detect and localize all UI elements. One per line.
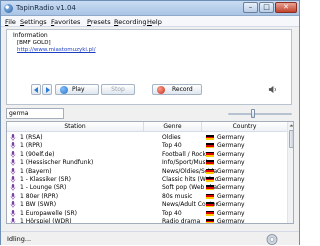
column-header-genre[interactable]: Genre (144, 123, 201, 130)
station-website-link[interactable]: http://www.miastomuzyki.pl/ (17, 47, 96, 53)
microphone-icon (10, 218, 16, 223)
window-title: TapinRadio v1.04 (16, 4, 76, 12)
station-name: 1 Europawelle (SR) (20, 209, 77, 217)
minimize-button[interactable]: – (243, 2, 258, 13)
station-country: Germany (217, 218, 245, 224)
next-station-button[interactable] (42, 84, 52, 95)
menu-recording[interactable]: Recording (114, 18, 147, 26)
radio-app-icon (4, 4, 13, 13)
microphone-icon (10, 142, 16, 150)
menu-bar: File Settings Favorites Presets Recordin… (1, 16, 299, 27)
network-activity-icon (266, 234, 278, 245)
germany-flag-icon (206, 135, 214, 140)
maximize-button[interactable]: □ (259, 2, 274, 13)
menu-favorites[interactable]: Favorites (51, 18, 80, 26)
station-country: Germany (217, 142, 245, 150)
station-name: 1 Hörspiel (WDR) (20, 218, 72, 224)
speaker-icon[interactable] (268, 85, 277, 94)
microphone-icon (10, 150, 16, 158)
station-name: 1 (RSA) (20, 134, 43, 141)
station-country: Germany (217, 176, 245, 183)
close-button[interactable]: ✕ (275, 2, 297, 13)
station-name: 1 (Hessischer Rundfunk) (20, 159, 94, 167)
germany-flag-icon (206, 160, 214, 166)
menu-settings[interactable]: Settings (20, 18, 47, 26)
arrow-left-icon (34, 87, 38, 93)
station-country: Germany (217, 201, 245, 209)
station-search-input[interactable] (6, 108, 64, 119)
station-country: Germany (217, 150, 245, 158)
station-country: Germany (217, 209, 245, 217)
search-row (6, 108, 296, 120)
station-name: 1 - Lounge (SR) (20, 184, 67, 192)
germany-flag-icon (206, 143, 214, 149)
status-bar: Idling... (1, 231, 299, 245)
station-name: 1 (90elf.de) (20, 150, 55, 158)
now-playing-title: [BMF GOLD] (17, 40, 51, 46)
station-name: 1 BW (SWR) (20, 201, 57, 209)
germany-flag-icon (206, 210, 214, 216)
station-name: 1 (Bayern) (20, 167, 52, 175)
menu-presets[interactable]: Presets (87, 18, 111, 26)
station-country: Germany (217, 159, 245, 167)
menu-help[interactable]: Help (147, 18, 162, 26)
play-button[interactable]: Play (55, 84, 99, 95)
microphone-icon (10, 192, 16, 200)
menu-file[interactable]: File (5, 18, 16, 26)
station-list-scrollbar[interactable] (287, 122, 294, 223)
station-country: Germany (217, 184, 245, 192)
station-name: 1 (RPR) (20, 142, 43, 150)
microphone-icon (10, 209, 16, 217)
arrow-right-icon (46, 87, 50, 93)
status-text: Idling... (7, 235, 32, 243)
volume-slider-track[interactable] (228, 113, 292, 115)
record-button[interactable]: Record (152, 84, 202, 95)
station-name: 1 - Klassiker (SR) (20, 176, 71, 183)
stop-button[interactable]: Stop (101, 84, 135, 95)
germany-flag-icon (206, 219, 214, 223)
microphone-icon (10, 159, 16, 166)
volume-slider-thumb[interactable] (250, 109, 255, 118)
record-icon (157, 86, 165, 94)
play-icon (60, 86, 68, 94)
station-name: 1 80er (RPR) (20, 192, 59, 200)
germany-flag-icon (206, 202, 214, 208)
germany-flag-icon (206, 177, 214, 182)
information-heading: Information (13, 32, 48, 39)
station-list-header: Station Genre Country (7, 122, 287, 132)
microphone-icon (10, 167, 16, 175)
station-country: Germany (217, 134, 245, 141)
app-window: TapinRadio v1.04 – □ ✕ File Settings Fav… (0, 0, 300, 245)
previous-station-button[interactable] (31, 84, 41, 95)
column-header-station[interactable]: Station (7, 123, 143, 130)
scroll-up-icon[interactable] (288, 122, 294, 129)
microphone-icon (10, 176, 16, 183)
station-country: Germany (217, 167, 245, 175)
scrollbar-thumb[interactable] (289, 130, 293, 148)
microphone-icon (10, 134, 16, 141)
microphone-icon (10, 201, 16, 208)
column-header-country[interactable]: Country (202, 123, 287, 130)
station-list: Station Genre Country 1 (RSA) Oldies Germa… (6, 121, 294, 224)
microphone-icon (10, 184, 16, 192)
germany-flag-icon (206, 151, 214, 157)
title-bar[interactable]: TapinRadio v1.04 – □ ✕ (1, 1, 299, 16)
germany-flag-icon (206, 185, 214, 191)
table-row[interactable]: 1 Hörspiel (WDR) Radio drama Germany (7, 217, 287, 224)
germany-flag-icon (206, 168, 214, 174)
germany-flag-icon (206, 193, 214, 199)
station-country: Germany (217, 192, 245, 200)
